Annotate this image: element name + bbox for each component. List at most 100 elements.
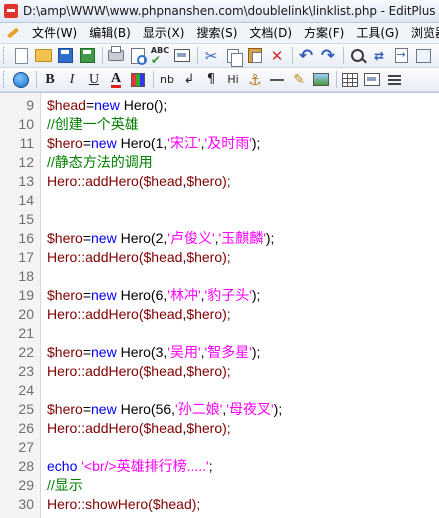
code-line[interactable]: 16 $hero=new Hero(2,'卢俊义','玉麒麟');: [0, 229, 439, 248]
table-button[interactable]: [340, 70, 360, 90]
toolbar-grip[interactable]: [3, 47, 8, 64]
image-button[interactable]: [311, 70, 331, 90]
table-icon: [342, 72, 358, 87]
code-token-plain: =: [82, 287, 91, 303]
horizontal-rule-button[interactable]: [267, 70, 287, 90]
find-button[interactable]: [347, 46, 367, 66]
menu-view[interactable]: 显示(X): [137, 24, 191, 42]
word-wrap-button[interactable]: [413, 46, 433, 66]
menu-project[interactable]: 方案(F): [298, 24, 350, 42]
code-token-var: $head: [143, 306, 183, 322]
menu-document[interactable]: 文档(D): [243, 24, 298, 42]
code-line[interactable]: 19 $hero=new Hero(6,'林冲','豹子头');: [0, 286, 439, 305]
code-token-plain: );: [251, 135, 261, 151]
code-line[interactable]: 27: [0, 438, 439, 457]
anchor-icon: ⚓: [248, 70, 262, 89]
line-number: 24: [18, 382, 34, 398]
anchor-button[interactable]: ⚓: [245, 70, 265, 90]
editplus-app-icon: [4, 4, 18, 18]
code-line[interactable]: 21: [0, 324, 439, 343]
spell-check-button[interactable]: ABC: [150, 46, 170, 66]
line-number: 22: [18, 344, 34, 360]
title-bar: D:\amp\WWW\www.phpnanshen.com\doublelink…: [0, 0, 439, 23]
code-line[interactable]: 13 Hero::addHero($head,$hero);: [0, 172, 439, 191]
open-file-button[interactable]: [33, 46, 53, 66]
replace-button[interactable]: ⇄: [369, 46, 389, 66]
line-number: 30: [18, 496, 34, 512]
edit-button[interactable]: ✎: [289, 70, 309, 90]
form-button[interactable]: [362, 70, 382, 90]
code-token-var: $hero: [186, 173, 223, 189]
menu-edit[interactable]: 编辑(B): [83, 24, 137, 42]
color-grid-button[interactable]: [128, 70, 148, 90]
menu-browser[interactable]: 浏览器: [405, 24, 439, 42]
horizontal-rule-icon: [270, 78, 284, 81]
code-line[interactable]: 30 Hero::showHero($head);: [0, 495, 439, 514]
nbsp-button[interactable]: nb: [157, 70, 177, 90]
code-line[interactable]: 22 $hero=new Hero(3,'吴用','智多星');: [0, 343, 439, 362]
standard-toolbar: ABC ✂ ✕ ↶ ↷ ⇄: [0, 44, 439, 68]
code-token-str: '玉麒麟': [218, 230, 266, 246]
code-line[interactable]: 17 Hero::addHero($head,$hero);: [0, 248, 439, 267]
code-line[interactable]: 26 Hero::addHero($head,$hero);: [0, 419, 439, 438]
copy-button[interactable]: [223, 46, 243, 67]
code-line[interactable]: 28 echo '<br/>英雄排行榜.....';: [0, 457, 439, 476]
redo-icon: ↷: [320, 45, 336, 66]
list-icon: [387, 74, 401, 85]
code-token-func: Hero::addHero(: [47, 363, 144, 379]
code-token-var: $hero: [47, 401, 83, 417]
heading-button[interactable]: Hi: [223, 70, 243, 90]
browser-preview-button[interactable]: [172, 46, 192, 66]
underline-button[interactable]: U: [84, 70, 104, 90]
code-token-str: '林冲': [167, 287, 201, 303]
bold-button[interactable]: B: [40, 70, 60, 90]
undo-button[interactable]: ↶: [296, 46, 316, 66]
cut-button[interactable]: ✂: [201, 46, 221, 66]
code-line[interactable]: 9 $head=new Hero();: [0, 96, 439, 115]
code-line[interactable]: 29 //显示: [0, 476, 439, 495]
code-token-str: '母夜叉': [226, 401, 274, 417]
code-line[interactable]: 24: [0, 381, 439, 400]
line-number: 28: [18, 458, 34, 474]
goto-button[interactable]: [391, 46, 411, 66]
browser-button[interactable]: [11, 70, 31, 90]
code-line[interactable]: 14: [0, 191, 439, 210]
code-line[interactable]: 11 $hero=new Hero(1,'宋江','及时雨');: [0, 134, 439, 153]
menu-file[interactable]: 文件(W): [26, 24, 83, 42]
menu-bar: 文件(W) 编辑(B) 显示(X) 搜索(S) 文档(D) 方案(F) 工具(G…: [0, 23, 439, 44]
code-line[interactable]: 15: [0, 210, 439, 229]
code-token-comment: //静态方法的调用: [47, 154, 153, 170]
line-break-button[interactable]: ↲: [179, 70, 199, 90]
paste-button[interactable]: [245, 46, 265, 66]
delete-button[interactable]: ✕: [267, 46, 287, 66]
paragraph-button[interactable]: ¶: [201, 70, 221, 90]
globe-icon: [13, 71, 29, 88]
redo-button[interactable]: ↷: [318, 46, 338, 66]
code-line[interactable]: 23 Hero::addHero($head,$hero);: [0, 362, 439, 381]
code-line[interactable]: 25 $hero=new Hero(56,'孙二娘','母夜叉');: [0, 400, 439, 419]
code-text: $hero=new Hero(2,'卢俊义','玉麒麟');: [47, 229, 274, 248]
code-editor[interactable]: 9 $head=new Hero(); 10//创建一个英雄 11 $hero=new …: [0, 92, 439, 518]
code-line[interactable]: 18: [0, 267, 439, 286]
print-preview-button[interactable]: [128, 46, 148, 66]
font-color-button[interactable]: A: [106, 70, 126, 90]
new-file-button[interactable]: [11, 46, 31, 66]
list-button[interactable]: [384, 70, 404, 90]
line-number: 10: [18, 116, 34, 132]
code-text: $hero=new Hero(3,'吴用','智多星');: [47, 343, 260, 362]
menu-search[interactable]: 搜索(S): [190, 24, 243, 42]
line-number: 14: [18, 192, 34, 208]
save-button[interactable]: [55, 46, 75, 66]
code-text: Hero::addHero($head,$hero);: [47, 305, 231, 324]
italic-button[interactable]: I: [62, 70, 82, 90]
code-line[interactable]: 12 //静态方法的调用: [0, 153, 439, 172]
code-token-var: $head: [143, 420, 183, 436]
print-button[interactable]: [106, 46, 126, 66]
code-token-str: '卢俊义': [167, 230, 215, 246]
code-line[interactable]: 20 Hero::addHero($head,$hero);: [0, 305, 439, 324]
code-token-func: );: [222, 173, 231, 189]
save-all-button[interactable]: [77, 46, 97, 66]
code-line[interactable]: 10 //创建一个英雄: [0, 115, 439, 134]
menu-tools[interactable]: 工具(G): [350, 24, 405, 42]
toolbar-grip[interactable]: [3, 71, 8, 88]
